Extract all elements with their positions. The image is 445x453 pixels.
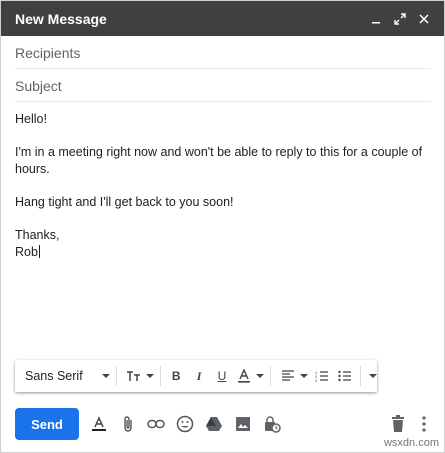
body-line-signature: Rob <box>15 245 40 259</box>
toolbar-divider <box>116 366 117 386</box>
chevron-down-icon <box>300 374 309 378</box>
confidential-mode-icon[interactable] <box>262 414 282 434</box>
font-select-value: Sans Serif <box>25 369 83 383</box>
message-body[interactable]: Hello! I'm in a meeting right now and wo… <box>15 111 425 261</box>
underline-icon[interactable]: U <box>213 365 232 387</box>
bulleted-list-icon[interactable] <box>335 365 354 387</box>
formatting-options-icon[interactable] <box>89 414 109 434</box>
compose-title: New Message <box>15 11 107 27</box>
text-color-icon <box>233 365 255 387</box>
bold-icon[interactable]: B <box>167 365 186 387</box>
text-cursor <box>38 245 40 258</box>
photo-icon[interactable] <box>233 414 253 434</box>
link-icon[interactable] <box>146 414 166 434</box>
drive-icon[interactable] <box>204 414 224 434</box>
send-button[interactable]: Send <box>15 408 79 440</box>
expand-icon[interactable] <box>390 9 410 29</box>
toolbar-divider <box>159 366 161 386</box>
italic-icon[interactable]: I <box>190 365 209 387</box>
compose-actions: Send <box>15 408 435 440</box>
font-size-button[interactable] <box>123 360 154 392</box>
chevron-down-icon <box>368 374 377 378</box>
more-options-icon[interactable] <box>414 414 434 434</box>
subject-field[interactable]: Subject <box>15 70 431 102</box>
numbered-list-icon[interactable]: 123 <box>312 365 331 387</box>
body-line-hang-tight: Hang tight and I'll get back to you soon… <box>15 195 234 209</box>
emoji-icon[interactable] <box>175 414 195 434</box>
toolbar-divider <box>360 366 361 386</box>
body-line-greeting: Hello! <box>15 112 47 126</box>
compose-window: New Message Recipients Subject Hello! I'… <box>0 0 445 453</box>
align-icon <box>277 365 299 387</box>
more-formatting-icon[interactable] <box>367 360 377 392</box>
body-line-thanks: Thanks, <box>15 228 60 242</box>
toolbar-divider <box>270 366 272 386</box>
minimize-icon[interactable] <box>366 9 386 29</box>
chevron-down-icon <box>145 374 154 378</box>
formatting-toolbar: Sans Serif B I U 123 <box>15 360 377 392</box>
window-controls <box>366 9 434 29</box>
body-line-meeting: I'm in a meeting right now and won't be … <box>15 145 423 176</box>
compose-titlebar[interactable]: New Message <box>1 1 444 36</box>
chevron-down-icon <box>102 374 110 378</box>
watermark: wsxdn.com <box>383 437 439 449</box>
align-button[interactable] <box>277 360 309 392</box>
attach-icon[interactable] <box>118 414 138 434</box>
chevron-down-icon <box>256 374 265 378</box>
recipients-placeholder: Recipients <box>15 45 81 61</box>
trash-icon[interactable] <box>388 414 408 434</box>
font-size-icon <box>123 365 145 387</box>
close-icon[interactable] <box>414 9 434 29</box>
font-select[interactable]: Sans Serif <box>25 360 110 392</box>
recipients-field[interactable]: Recipients <box>15 37 431 69</box>
text-color-button[interactable] <box>233 360 265 392</box>
svg-text:3: 3 <box>315 378 318 382</box>
subject-placeholder: Subject <box>15 78 62 94</box>
